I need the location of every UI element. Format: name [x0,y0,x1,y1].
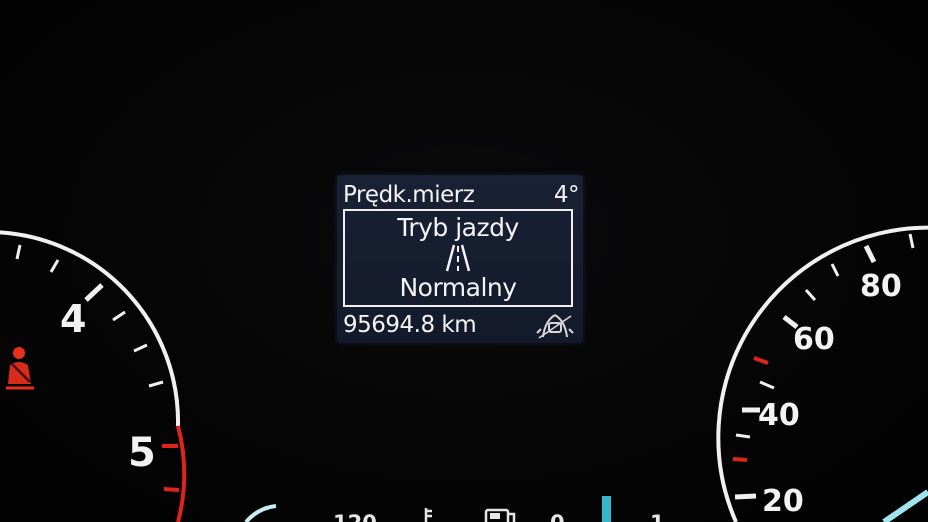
info-display: Prędk.mierz 4° Tryb jazdy Normalny 95694… [337,175,583,343]
display-footer: 95694.8 km [343,311,575,339]
fuel-empty-label: 0 [550,511,565,522]
bottom-strip: 120 0 1 [244,496,665,522]
fuel-pump-icon [484,508,516,522]
speedometer-label-40: 40 [758,398,800,433]
fuel-needle [602,496,611,522]
temp-value-120: 120 [333,511,377,522]
odometer: 95694.8 km [343,312,477,338]
tachometer-ticks [15,244,164,388]
drive-mode-value: Normalny [399,273,517,302]
outside-temperature: 4° [553,182,580,208]
speedometer-label-20: 20 [762,484,804,519]
tachometer-label-4: 4 [60,297,86,341]
speedometer: 80 60 40 20 [716,225,928,522]
coolant-temp-icon [424,508,432,522]
display-header: Prędk.mierz 4° [343,181,580,209]
fuel-full-label: 1 [650,511,665,522]
drive-mode-box: Tryb jazdy Normalny [343,209,573,307]
drive-mode-title: Tryb jazdy [397,213,519,242]
speedometer-label-60: 60 [793,322,835,357]
speedometer-needle [882,489,928,522]
tachometer-needle [244,504,277,522]
tachometer-red-ticks [162,444,180,492]
tachometer: 4 5 [0,230,187,522]
speedometer-label-80: 80 [860,269,902,304]
instrument-cluster: 4 5 80 60 40 20 Prędk.mierz 4° Tryb jazd… [0,0,928,522]
lane-keeping-icon [536,314,574,339]
tachometer-redline [176,425,187,522]
tachometer-arc [0,230,181,427]
tachometer-label-5: 5 [128,430,156,476]
header-label: Prędk.mierz [343,182,475,208]
seatbelt-warning-icon [6,347,34,390]
road-lanes-icon [445,244,471,272]
